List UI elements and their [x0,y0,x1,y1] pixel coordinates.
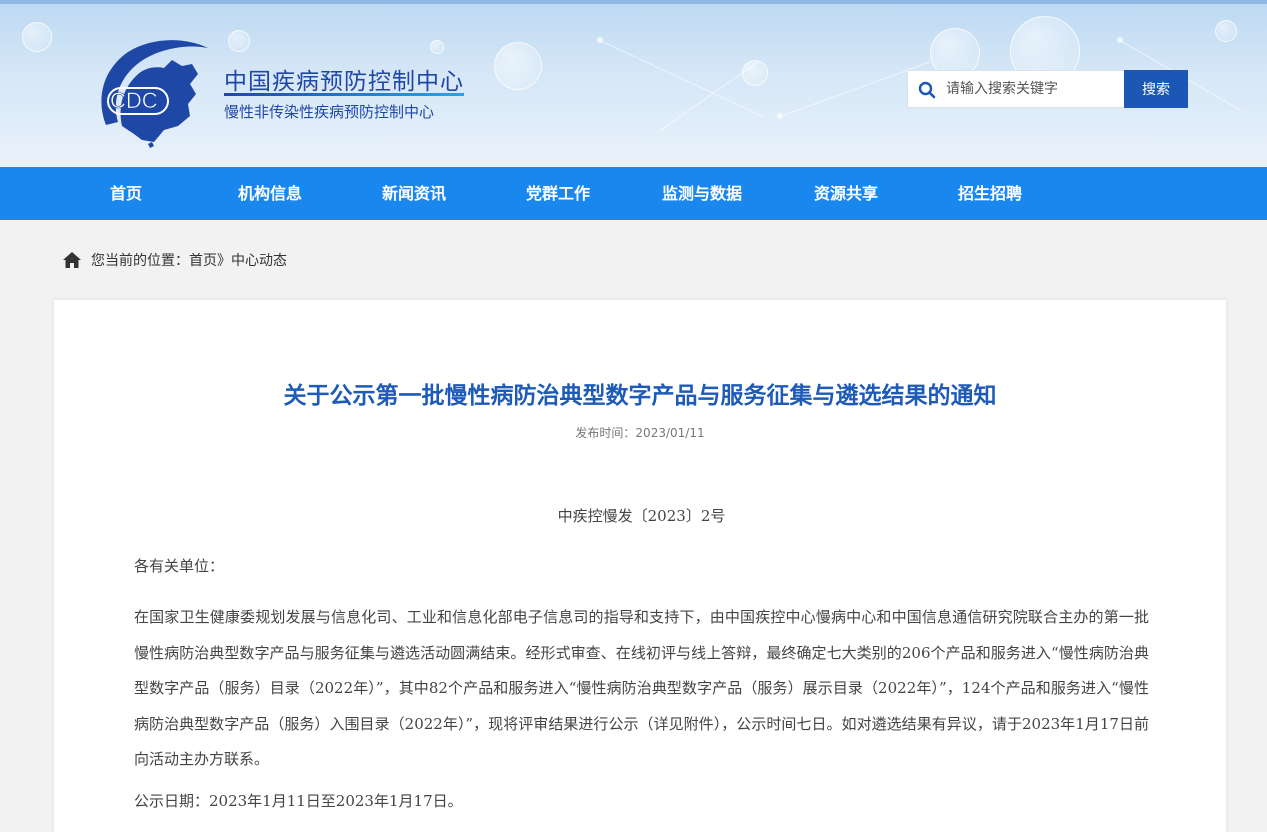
breadcrumb-prefix: 您当前的位置： [91,253,189,269]
site-header: CDC 中国疾病预防控制中心 慢性非传染性疾病预防控制中心 搜索 [0,0,1267,167]
article-card: 关于公示第一批慢性病防治典型数字产品与服务征集与遴选结果的通知 发布时间：202… [54,300,1226,832]
decor-bubble [1215,20,1237,42]
main-nav: 首页 机构信息 新闻资讯 党群工作 监测与数据 资源共享 招生招聘 [0,167,1267,220]
decor-dot [777,113,783,119]
search-box [907,70,1125,108]
home-icon [63,252,81,268]
header-top-line [0,0,1267,4]
publish-date-label: 发布时间： [575,426,636,440]
search-button[interactable]: 搜索 [1124,70,1188,108]
sub-org-name: 慢性非传染性疾病预防控制中心 [224,103,435,121]
publish-date: 发布时间：2023/01/11 [54,424,1226,441]
document-number: 中疾控慢发〔2023〕2号 [557,507,726,525]
breadcrumb-home-link[interactable]: 首页 [189,250,217,270]
org-name: 中国疾病预防控制中心 [224,69,464,95]
decor-dot [597,37,603,43]
decor-line [599,40,764,117]
nav-item-home[interactable]: 首页 [86,167,166,220]
search-icon [918,81,936,99]
decor-bubble [22,22,52,52]
search-input[interactable] [946,71,1121,107]
publish-date-value: 2023/01/11 [635,426,705,440]
decor-bubble [430,40,444,54]
decor-bubble [228,30,250,52]
breadcrumb-separator: 》 [217,253,231,269]
nav-item-institution[interactable]: 机构信息 [222,167,318,220]
logo-abbreviation: CDC [110,88,158,113]
nav-item-recruitment[interactable]: 招生招聘 [942,167,1038,220]
decor-dot [1117,37,1123,43]
article-paragraph: 在国家卫生健康委规划发展与信息化司、工业和信息化部电子信息司的指导和支持下，由中… [134,608,1149,768]
cdc-logo-icon: CDC [101,40,208,148]
decor-line [660,61,759,131]
breadcrumb: 您当前的位置： 首页 》 中心动态 [63,250,287,270]
publicity-dates: 公示日期：2023年1月11日至2023年1月17日。 [134,792,463,810]
logo-divider [224,93,464,96]
nav-item-party[interactable]: 党群工作 [510,167,606,220]
breadcrumb-current[interactable]: 中心动态 [231,250,287,270]
nav-item-monitoring[interactable]: 监测与数据 [644,167,760,220]
article-title: 关于公示第一批慢性病防治典型数字产品与服务征集与遴选结果的通知 [283,383,997,409]
salutation: 各有关单位： [134,557,225,575]
nav-item-resources[interactable]: 资源共享 [798,167,894,220]
nav-item-news[interactable]: 新闻资讯 [366,167,462,220]
decor-bubble [494,42,542,90]
